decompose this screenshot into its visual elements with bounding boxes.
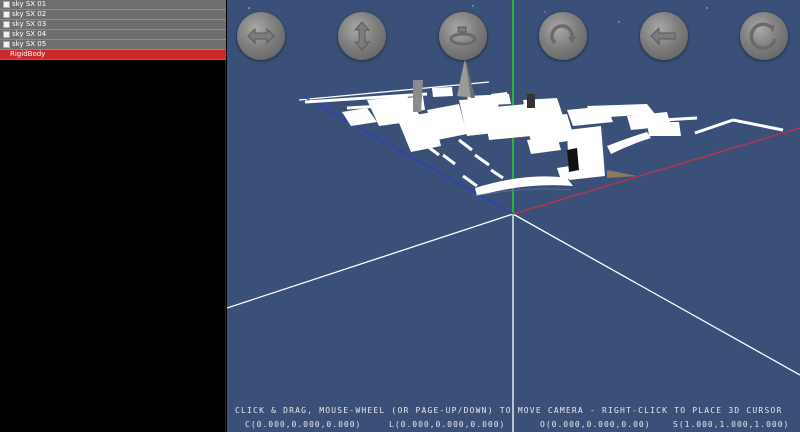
grid-line-left [227,213,514,309]
tree-item-label: sky SX 01 [12,0,47,8]
tree-item-sky-sx-03[interactable]: sky SX 03 [0,20,226,30]
scale-readout: S(1.000,1.000,1.000) [673,420,790,429]
tree-item-rigidbody[interactable]: RigidBody [0,50,226,60]
tree-item-label: sky SX 05 [12,40,47,48]
scene-canvas[interactable] [227,0,800,432]
orbit-horizontal-button[interactable] [439,12,487,60]
tree-item-label: sky SX 03 [12,20,47,28]
grid-line-right [512,213,800,376]
pan-vertical-icon [353,21,371,51]
tree-item-label: sky SX 04 [12,30,47,38]
rotate-button[interactable] [539,12,587,60]
visibility-checkbox[interactable] [3,11,10,18]
tree-item-sky-sx-01[interactable]: sky SX 01 [0,0,226,10]
scene-tree-panel: sky SX 01 sky SX 02 sky SX 03 sky SX 04 … [0,0,226,432]
visibility-checkbox[interactable] [3,41,10,48]
pan-vertical-button[interactable] [338,12,386,60]
turn-icon [650,26,676,46]
visibility-checkbox[interactable] [3,31,10,38]
tree-item-sky-sx-04[interactable]: sky SX 04 [0,30,226,40]
camera-position-readout: C(0.000,0.000,0.000) [245,420,362,429]
zoom-icon [749,22,777,50]
look-at-readout: L(0.000,0.000,0.000) [389,420,506,429]
camera-help-text: CLICK & DRAG, MOUSE-WHEEL (OR PAGE-UP/DO… [235,406,783,415]
pan-horizontal-button[interactable] [237,12,285,60]
visibility-checkbox[interactable] [3,1,10,8]
3d-viewport[interactable]: CLICK & DRAG, MOUSE-WHEEL (OR PAGE-UP/DO… [227,0,800,432]
zoom-button[interactable] [740,12,788,60]
tree-item-sky-sx-02[interactable]: sky SX 02 [0,10,226,20]
pan-horizontal-icon [247,27,275,45]
origin-readout: O(0.000,0.000,0.00) [540,420,651,429]
visibility-checkbox[interactable] [3,21,10,28]
orbit-horizontal-icon [449,26,477,46]
tree-item-sky-sx-05[interactable]: sky SX 05 [0,40,226,50]
rotate-icon [550,24,576,45]
tree-item-label: sky SX 02 [12,10,47,18]
city-model [304,58,784,197]
turn-button[interactable] [640,12,688,60]
tree-item-label: RigidBody [10,50,46,58]
